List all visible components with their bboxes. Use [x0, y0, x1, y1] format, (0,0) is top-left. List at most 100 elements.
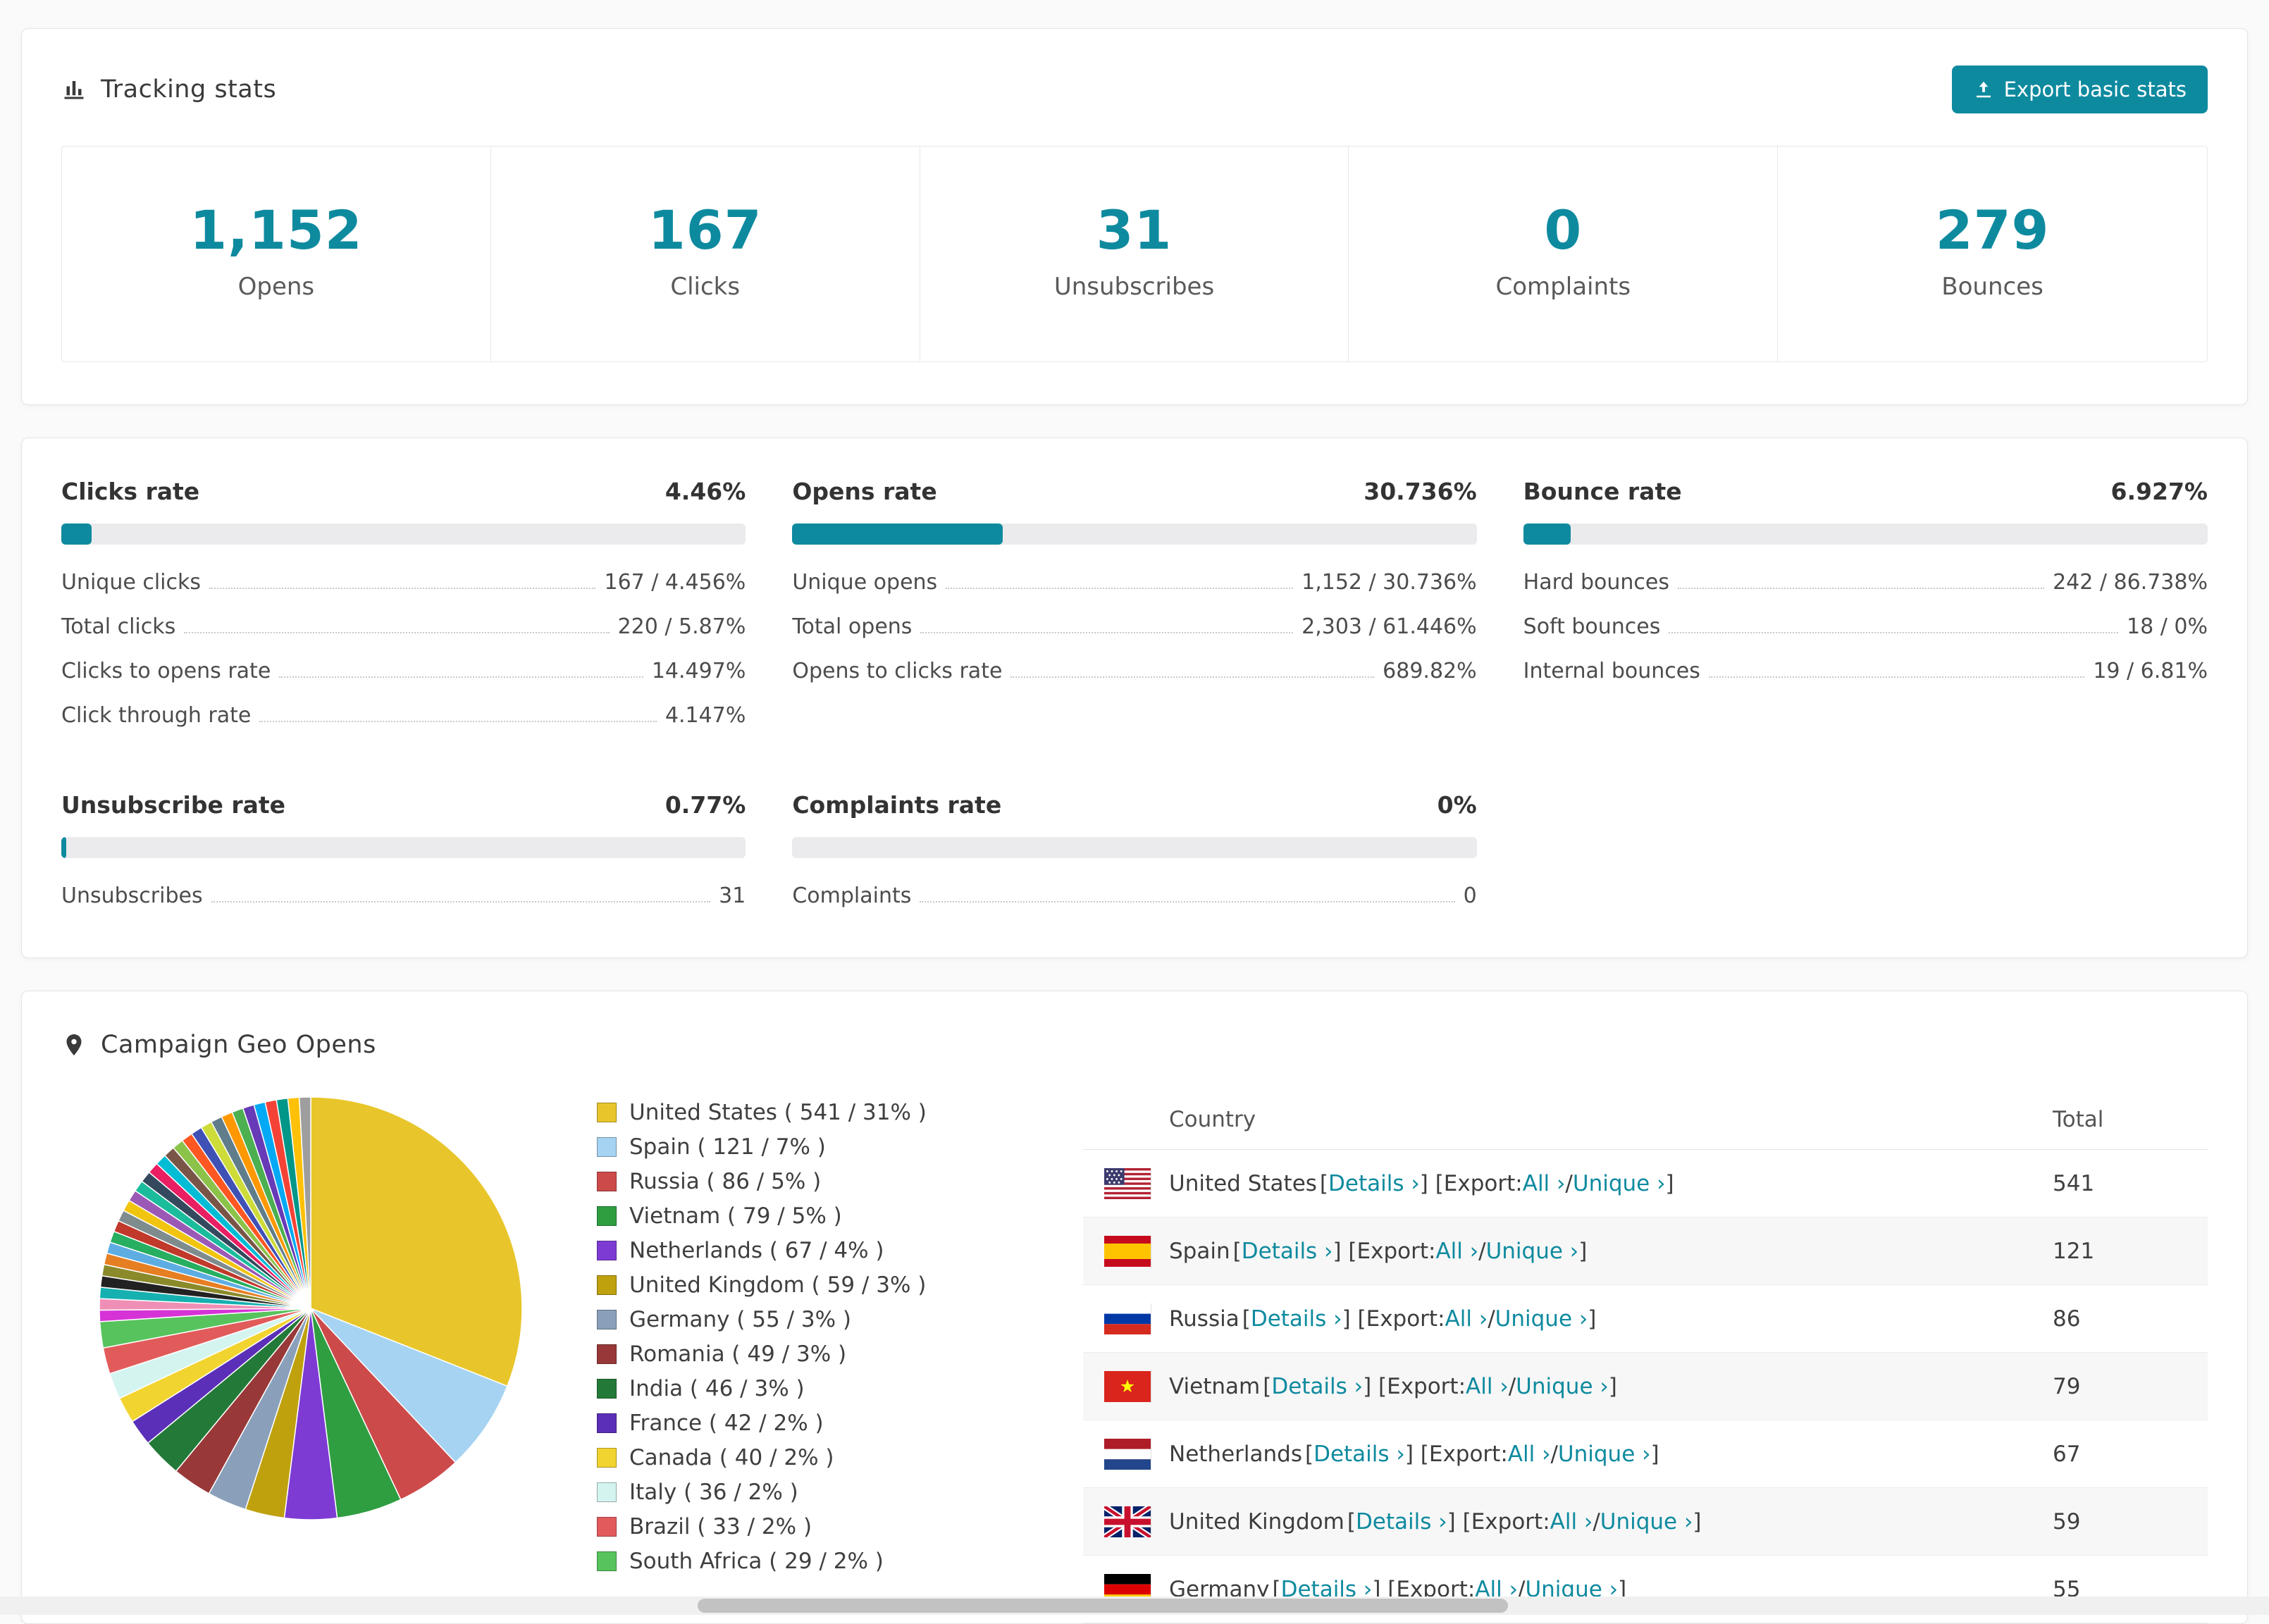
pie-legend: United States ( 541 / 31% ) Spain ( 121 /…: [597, 1090, 1034, 1623]
rates-card: Clicks rate 4.46% Unique clicks 167 / 4.456…: [21, 438, 2248, 958]
export-all-link[interactable]: All ›: [1466, 1374, 1509, 1399]
legend-item: South Africa ( 29 / 2% ): [597, 1549, 1034, 1574]
metric-value: 19 / 6.81%: [2093, 659, 2208, 683]
export-unique-link[interactable]: Unique ›: [1600, 1509, 1693, 1535]
legend-label: Brazil ( 33 / 2% ): [629, 1514, 812, 1539]
link-bracket: ] [Export:: [1333, 1238, 1436, 1264]
stat-value: 31: [1096, 199, 1173, 261]
table-row-netherlands: Netherlands [Details ›] [Export: All › /…: [1083, 1420, 2208, 1488]
legend-label: Italy ( 36 / 2% ): [629, 1480, 798, 1505]
link-bracket: /: [1550, 1441, 1558, 1467]
legend-item: Vietnam ( 79 / 5% ): [597, 1203, 1034, 1229]
legend-item: Netherlands ( 67 / 4% ): [597, 1238, 1034, 1263]
link-bracket: ] [Export:: [1404, 1441, 1508, 1467]
export-all-link[interactable]: All ›: [1523, 1171, 1566, 1196]
link-bracket: /: [1565, 1170, 1573, 1196]
export-basic-stats-button[interactable]: Export basic stats: [1951, 66, 2208, 113]
legend-item: India ( 46 / 3% ): [597, 1376, 1034, 1401]
metric-row: Complaints 0: [792, 874, 1476, 918]
table-row-vietnam: Vietnam [Details ›] [Export: All › / Uni…: [1083, 1353, 2208, 1420]
country-total: 541: [2053, 1170, 2095, 1196]
stat-label: Complaints: [1495, 273, 1631, 301]
metric-row: Soft bounces 18 / 0%: [1523, 605, 2208, 649]
details-link[interactable]: Details ›: [1242, 1239, 1333, 1264]
stat-label: Opens: [237, 273, 315, 301]
export-all-link[interactable]: All ›: [1435, 1239, 1478, 1264]
metric-value: 2,303 / 61.446%: [1302, 614, 1477, 639]
legend-swatch: [597, 1413, 617, 1433]
dotted-leader: [1669, 632, 2119, 633]
horizontal-scrollbar-thumb[interactable]: [698, 1599, 1508, 1613]
link-bracket: [: [1263, 1373, 1272, 1399]
details-link[interactable]: Details ›: [1271, 1374, 1363, 1399]
link-bracket: [: [1304, 1441, 1314, 1467]
export-unique-link[interactable]: Unique ›: [1495, 1306, 1588, 1332]
tracking-stats-title-row: Tracking stats: [61, 75, 276, 104]
details-link[interactable]: Details ›: [1313, 1442, 1405, 1467]
metric-label: Complaints: [792, 884, 912, 908]
dotted-leader: [1010, 676, 1375, 678]
geo-section-title: Campaign Geo Opens: [101, 1031, 376, 1059]
stat-value: 279: [1935, 199, 2050, 261]
export-unique-link[interactable]: Unique ›: [1558, 1442, 1651, 1467]
vn-flag-icon: [1104, 1370, 1151, 1402]
legend-swatch: [597, 1241, 617, 1260]
rate-block-unsubscribe-rate: Unsubscribe rate 0.77% Unsubscribes 31: [61, 791, 746, 918]
metric-label: Unique opens: [792, 570, 938, 595]
legend-item: Brazil ( 33 / 2% ): [597, 1514, 1034, 1539]
bar-chart-icon: [61, 77, 87, 102]
legend-item: United States ( 541 / 31% ): [597, 1100, 1034, 1125]
nl-flag-icon: [1104, 1438, 1151, 1470]
details-link[interactable]: Details ›: [1251, 1306, 1342, 1332]
legend-item: Russia ( 86 / 5% ): [597, 1169, 1034, 1194]
table-row-united-kingdom: United Kingdom [Details ›] [Export: All …: [1083, 1488, 2208, 1556]
link-bracket: [: [1319, 1170, 1329, 1196]
details-link[interactable]: Details ›: [1356, 1509, 1447, 1535]
link-bracket: ]: [1588, 1306, 1597, 1332]
table-row-russia: Russia [Details ›] [Export: All › / Uniq…: [1083, 1285, 2208, 1353]
rate-value: 30.736%: [1364, 478, 1477, 505]
details-link[interactable]: Details ›: [1328, 1171, 1420, 1196]
metric-row: Opens to clicks rate 689.82%: [792, 649, 1476, 693]
geo-table: Country Total United States [Details ›] …: [1083, 1090, 2208, 1623]
link-bracket: [: [1347, 1508, 1356, 1535]
dotted-leader: [259, 721, 657, 722]
country-total: 67: [2053, 1441, 2081, 1467]
stat-label: Bounces: [1941, 273, 2044, 301]
export-all-link[interactable]: All ›: [1508, 1442, 1551, 1467]
metric-row: Click through rate 4.147%: [61, 693, 746, 738]
export-unique-link[interactable]: Unique ›: [1516, 1374, 1609, 1399]
metric-value: 689.82%: [1383, 659, 1477, 683]
rate-title: Unsubscribe rate: [61, 791, 286, 819]
stat-label: Unsubscribes: [1053, 273, 1215, 301]
metric-label: Clicks to opens rate: [61, 659, 271, 683]
rate-value: 6.927%: [2110, 478, 2208, 505]
metric-label: Unsubscribes: [61, 884, 203, 908]
metric-label: Soft bounces: [1523, 614, 1661, 639]
export-all-link[interactable]: All ›: [1550, 1509, 1593, 1535]
geo-pie-chart: [99, 1096, 523, 1520]
legend-item: France ( 42 / 2% ): [597, 1411, 1034, 1436]
stat-box-unsubscribes: 31 Unsubscribes: [920, 147, 1349, 361]
map-pin-icon: [61, 1032, 87, 1058]
ru-flag-icon: [1104, 1303, 1151, 1334]
rate-value: 4.46%: [664, 478, 746, 505]
progress-bar: [61, 837, 746, 858]
link-bracket: ] [Export:: [1419, 1170, 1523, 1196]
export-unique-link[interactable]: Unique ›: [1486, 1239, 1579, 1264]
export-all-link[interactable]: All ›: [1445, 1306, 1488, 1332]
export-unique-link[interactable]: Unique ›: [1573, 1171, 1666, 1196]
dotted-leader: [209, 588, 596, 589]
metric-value: 0: [1463, 884, 1477, 908]
geo-title-row: Campaign Geo Opens: [61, 1031, 2208, 1059]
rates-grid: Clicks rate 4.46% Unique clicks 167 / 4.456…: [22, 438, 2247, 957]
horizontal-scrollbar-track[interactable]: [0, 1597, 2269, 1615]
stat-value: 167: [648, 199, 762, 261]
metric-value: 4.147%: [664, 703, 746, 728]
country-total: 59: [2053, 1508, 2081, 1535]
legend-swatch: [597, 1206, 617, 1226]
metric-row: Total opens 2,303 / 61.446%: [792, 605, 1476, 649]
link-bracket: ] [Export:: [1363, 1373, 1466, 1399]
progress-fill: [61, 523, 92, 545]
rate-title: Bounce rate: [1523, 478, 1682, 505]
